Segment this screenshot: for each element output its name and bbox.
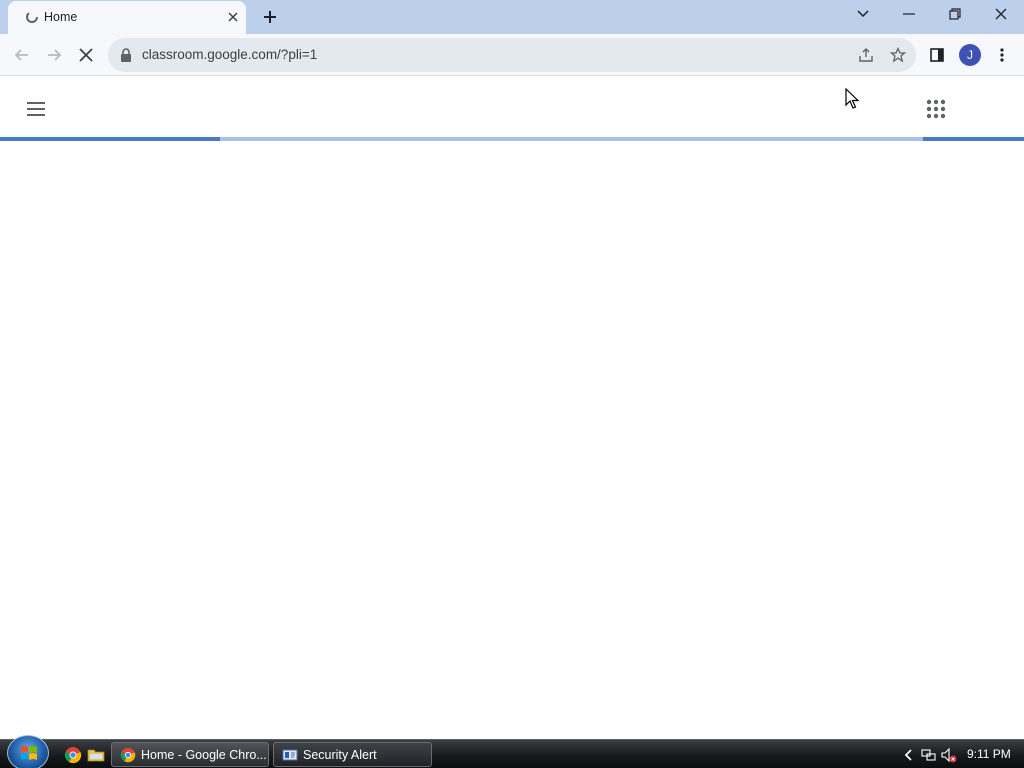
network-icon[interactable]: [921, 747, 937, 763]
security-alert-icon: [282, 749, 298, 760]
restore-icon[interactable]: [942, 4, 968, 24]
side-panel-icon[interactable]: [924, 42, 950, 68]
google-apps-grid-icon[interactable]: [925, 98, 947, 120]
back-arrow-icon[interactable]: [9, 42, 35, 68]
chrome-icon[interactable]: [64, 746, 82, 764]
folder-icon[interactable]: [87, 746, 105, 764]
mouse-cursor-icon: [845, 88, 860, 109]
loading-progress-segment: [923, 137, 1024, 141]
plus-icon[interactable]: [259, 6, 281, 28]
hamburger-menu-icon[interactable]: [24, 99, 48, 119]
forward-arrow-icon[interactable]: [41, 42, 67, 68]
profile-avatar[interactable]: J: [959, 44, 981, 66]
url-text[interactable]: classroom.google.com/?pli=1: [142, 47, 317, 62]
volume-muted-icon[interactable]: [941, 747, 957, 763]
loading-progress-segment: [0, 137, 220, 141]
chevron-left-icon[interactable]: [901, 747, 917, 763]
tab-strip: Home: [0, 0, 1024, 34]
taskbar: Home - Google Chro... Security Alert 9:1…: [0, 735, 1024, 768]
windows-start-orb-icon[interactable]: [7, 735, 49, 768]
share-icon[interactable]: [856, 45, 876, 65]
taskbar-item-security-alert[interactable]: Security Alert: [273, 742, 432, 767]
close-icon[interactable]: [225, 9, 241, 25]
taskbar-item-label: Home - Google Chro...: [141, 747, 267, 762]
close-icon[interactable]: [988, 4, 1014, 24]
system-clock[interactable]: 9:11 PM: [967, 747, 1011, 761]
loading-favicon-icon: [26, 11, 38, 23]
stop-loading-icon[interactable]: [73, 42, 99, 68]
star-icon[interactable]: [888, 45, 908, 65]
tab-search-icon[interactable]: [850, 4, 876, 24]
tab-title: Home: [44, 10, 78, 24]
browser-tab[interactable]: Home: [8, 1, 246, 34]
browser-toolbar: classroom.google.com/?pli=1 J: [0, 34, 1024, 76]
chrome-icon: [120, 747, 136, 762]
taskbar-item-label: Security Alert: [303, 747, 377, 762]
kebab-menu-icon[interactable]: [989, 42, 1015, 68]
lock-icon[interactable]: [120, 48, 132, 62]
minimize-icon[interactable]: [896, 4, 922, 24]
page-content: [0, 77, 1024, 739]
address-bar[interactable]: classroom.google.com/?pli=1: [108, 38, 916, 72]
loading-progress-bar: [0, 137, 1024, 141]
taskbar-item-chrome[interactable]: Home - Google Chro...: [111, 742, 269, 767]
